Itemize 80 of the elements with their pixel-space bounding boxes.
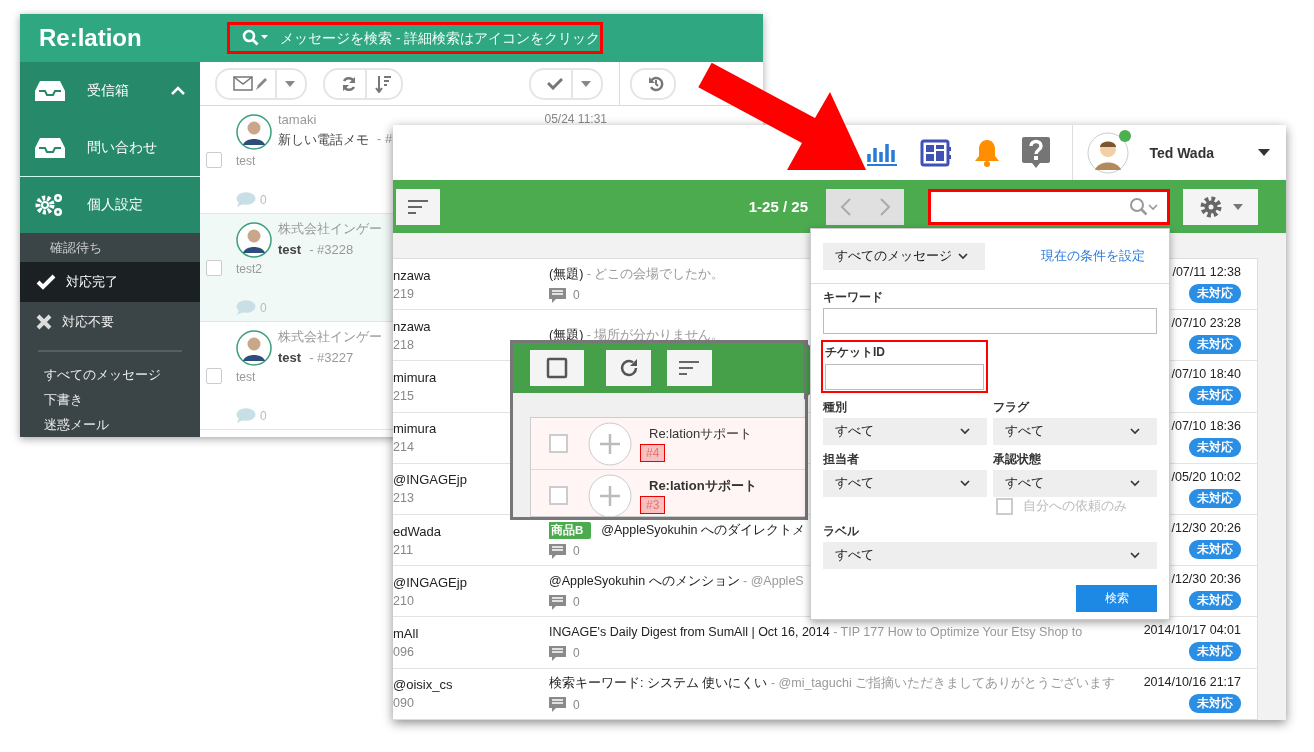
status-badge: 未対応 <box>1189 488 1241 508</box>
logo: Re:lation <box>38 24 143 52</box>
comment-count: 0 <box>573 646 580 661</box>
ticket-number: #3 <box>640 496 666 514</box>
message-snippet: - @AppleS <box>742 574 804 589</box>
message-subject: test <box>278 242 302 257</box>
status-badge: 未対応 <box>1189 693 1241 713</box>
ticket-number: 214 <box>393 440 415 455</box>
ticket-number: 213 <box>393 491 415 506</box>
message-time: 2014/10/17 04:01 <box>1143 623 1241 638</box>
sender-name: nzawa <box>393 318 432 334</box>
comment-count: 0 <box>573 595 580 610</box>
sender-name: @INGAGEjp <box>393 472 468 488</box>
message-time: /07/10 23:28 <box>1171 316 1241 331</box>
page-range: 1-25 / 25 <box>748 198 808 215</box>
status-badge: 未対応 <box>1189 437 1241 457</box>
message-time: /07/10 18:40 <box>1171 367 1241 382</box>
message-preview: test <box>236 370 256 384</box>
field-label: 担当者 <box>823 451 860 468</box>
sender-name: edWada <box>393 523 442 539</box>
comment-count: 0 <box>260 192 267 207</box>
ticket-number: 218 <box>393 337 415 352</box>
message-subject: @AppleSyokuhin へのダイレクトメ <box>601 521 805 539</box>
ticket-number: 090 <box>393 696 415 711</box>
message-subject: @AppleSyokuhin へのメンション <box>549 572 740 590</box>
field-label: チケットID <box>825 344 886 361</box>
sender-name: mimura <box>393 369 438 385</box>
conversation-name: Re:lationサポート <box>648 425 753 443</box>
message-subject: 新しい電話メモ <box>278 131 369 149</box>
tag: 商品B <box>549 521 592 539</box>
message-time: /12/30 20:26 <box>1171 521 1241 536</box>
status-badge: 未対応 <box>1189 335 1241 355</box>
message-time: /12/30 20:36 <box>1171 572 1241 587</box>
sender-name: 株式会社インゲー <box>278 328 382 346</box>
message-preview: test2 <box>236 262 262 276</box>
field-label: 種別 <box>823 399 848 416</box>
comment-count: 0 <box>260 300 267 315</box>
field-label: 承認状態 <box>993 451 1042 468</box>
message-snippet: - どこの会場でしたか。 <box>585 265 725 283</box>
comment-count: 0 <box>573 697 580 712</box>
message-time: /07/10 18:36 <box>1171 418 1241 433</box>
message-subject: (無題) <box>549 265 584 283</box>
ticket-number: - #3227 <box>309 350 354 365</box>
sender-name: tamaki <box>278 112 317 127</box>
ticket-number: 219 <box>393 286 415 301</box>
status-badge: 未対応 <box>1189 642 1241 662</box>
sender-name: @oisix_cs <box>393 677 454 693</box>
sender-name: @INGAGEjp <box>393 574 468 590</box>
status-badge: 未対応 <box>1189 386 1241 406</box>
field-label: キーワード <box>823 289 884 306</box>
sender-name: mimura <box>393 421 438 437</box>
message-time: /05/20 10:02 <box>1171 469 1241 484</box>
status-badge: 未対応 <box>1189 591 1241 611</box>
comment-count: 0 <box>573 544 580 559</box>
ticket-number: - #3228 <box>309 242 354 257</box>
status-badge: 未対応 <box>1189 540 1241 560</box>
message-subject: test <box>278 350 302 365</box>
message-preview: test <box>236 154 256 168</box>
message-time: /07/11 12:38 <box>1172 265 1241 280</box>
sender-name: mAll <box>393 625 420 641</box>
ticket-number: #4 <box>640 444 666 462</box>
comment-count: 0 <box>573 288 580 303</box>
message-subject: 検索キーワード: システム 使いにくい <box>549 675 768 693</box>
message-time: 2014/10/16 21:17 <box>1143 674 1241 689</box>
conversation-name: Re:lationサポート <box>648 477 757 495</box>
comment-count: 0 <box>260 408 267 423</box>
field-label: ラベル <box>823 523 860 540</box>
status-badge: 未対応 <box>1189 284 1241 304</box>
ticket-number: 210 <box>393 593 415 608</box>
sender-name: nzawa <box>393 267 432 283</box>
message-snippet: - TIP 177 How to Optimize Your Etsy Shop to <box>832 625 1083 640</box>
message-time: 05/24 11:31 <box>544 112 607 126</box>
ticket-number: 096 <box>393 644 415 659</box>
ticket-number: 211 <box>393 542 414 557</box>
message-snippet: - @mi_taguchi ご指摘いただきましてありがとうございます <box>769 675 1116 693</box>
message-subject: INGAGE's Daily Digest from SumAll | Oct 16, 2014 <box>549 625 830 640</box>
ticket-number: 215 <box>393 388 415 403</box>
field-label: フラグ <box>993 399 1031 416</box>
ticket-number: - # <box>377 131 393 148</box>
sender-name: 株式会社インゲー <box>278 220 382 238</box>
